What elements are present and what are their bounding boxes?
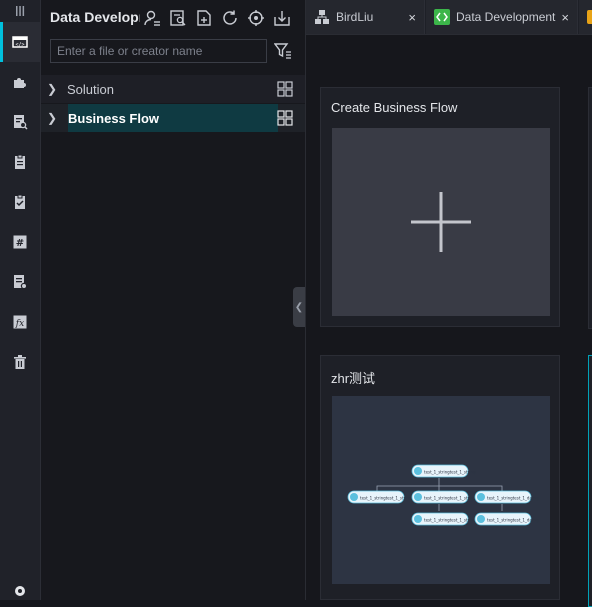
tab-data-development[interactable]: Data Development ×: [426, 0, 578, 34]
svg-text:#: #: [16, 238, 24, 249]
search-document-icon[interactable]: [0, 102, 40, 142]
search-input[interactable]: [50, 39, 267, 63]
flow-node: test_1_stringtest_1_datag: [474, 490, 539, 504]
svg-text:</>: </>: [15, 42, 24, 48]
data-development-panel: Data Developn ❯ Solution ❯ Business Flow: [41, 0, 306, 600]
svg-text:test_1_stringtest_1_string: test_1_stringtest_1_string: [424, 496, 476, 501]
panel-title: Data Developn: [50, 9, 140, 25]
workflow-icon: [314, 9, 330, 25]
svg-text:fx: fx: [15, 319, 24, 329]
card-title: Create Business Flow: [331, 100, 458, 115]
flow-node: test_1_stringtest_1_string: [347, 490, 412, 504]
code-icon: [434, 9, 450, 25]
close-icon[interactable]: ×: [561, 10, 569, 25]
svg-text:test_1_stringtest_1_string: test_1_stringtest_1_string: [424, 518, 476, 523]
card-title: zhr测试: [331, 371, 376, 386]
puzzle-icon[interactable]: [0, 62, 40, 102]
business-flow-gallery: Create Business Flow zhr测试 test_1_string…: [306, 35, 592, 607]
grid-view-icon[interactable]: [277, 110, 293, 126]
add-tile[interactable]: [332, 128, 550, 316]
close-icon[interactable]: ×: [408, 10, 416, 25]
tab-birdliu[interactable]: BirdLiu ×: [306, 0, 425, 34]
chevron-right-icon[interactable]: ❯: [47, 111, 67, 125]
user-filter-icon[interactable]: [143, 9, 161, 27]
flow-node: test_1_stringtest_1_string: [411, 490, 476, 504]
clipboard-icon[interactable]: [0, 142, 40, 182]
flow-preview[interactable]: test_1_stringtest_1_string test_1_string…: [332, 396, 550, 584]
svg-text:test_1_stringtest_1_string: test_1_stringtest_1_string: [424, 470, 476, 475]
flow-node: test_1_stringtest_1_datag: [474, 512, 539, 526]
refresh-icon[interactable]: [221, 9, 239, 27]
svg-text:test_1_stringtest_1_datag: test_1_stringtest_1_datag: [487, 518, 539, 523]
locate-icon[interactable]: [247, 9, 265, 27]
document-settings-icon[interactable]: [0, 262, 40, 302]
filter-icon[interactable]: [273, 42, 292, 60]
function-icon[interactable]: fx: [0, 302, 40, 342]
svg-text:test_1_stringtest_1_datag: test_1_stringtest_1_datag: [487, 496, 539, 501]
activity-rail: </> # fx: [0, 0, 41, 600]
tree-item-label: Business Flow: [68, 111, 160, 126]
create-business-flow-card[interactable]: Create Business Flow: [320, 87, 560, 327]
data-development-icon[interactable]: </>: [0, 22, 40, 62]
trash-icon[interactable]: [0, 342, 40, 382]
import-icon[interactable]: [273, 9, 291, 27]
business-flow-card[interactable]: zhr测试 test_1_stringtest_1_string test_1_…: [320, 355, 560, 600]
tree-item-label: Solution: [67, 81, 114, 97]
menu-icon[interactable]: [0, 0, 40, 22]
settings-gear-icon[interactable]: [0, 578, 40, 600]
business-flow-card-partial[interactable]: [588, 355, 592, 607]
tab-overflow[interactable]: [579, 0, 592, 34]
grid-view-icon[interactable]: [277, 81, 293, 97]
plus-icon: [411, 192, 471, 252]
flow-diagram: test_1_stringtest_1_string test_1_string…: [347, 464, 539, 526]
flow-node: test_1_stringtest_1_string: [411, 512, 476, 526]
collapse-panel-handle[interactable]: ❮: [293, 287, 305, 327]
clipboard-check-icon[interactable]: [0, 182, 40, 222]
tab-label: BirdLiu: [336, 10, 374, 24]
tree-item-solution[interactable]: ❯ Solution: [41, 75, 305, 103]
chevron-right-icon[interactable]: ❯: [47, 82, 67, 96]
tab-label: Data Development: [456, 10, 556, 24]
folder-icon: [587, 10, 592, 24]
tab-bar: BirdLiu × Data Development ×: [306, 0, 592, 35]
hash-icon[interactable]: #: [0, 222, 40, 262]
flow-node: test_1_stringtest_1_string: [411, 464, 476, 478]
new-file-icon[interactable]: [195, 9, 213, 27]
business-flow-card-partial[interactable]: [588, 87, 592, 329]
search-file-icon[interactable]: [169, 9, 187, 27]
svg-text:test_1_stringtest_1_string: test_1_stringtest_1_string: [360, 496, 412, 501]
tree-item-business-flow[interactable]: ❯ Business Flow: [41, 104, 305, 132]
chevron-left-icon: ❮: [294, 301, 304, 313]
